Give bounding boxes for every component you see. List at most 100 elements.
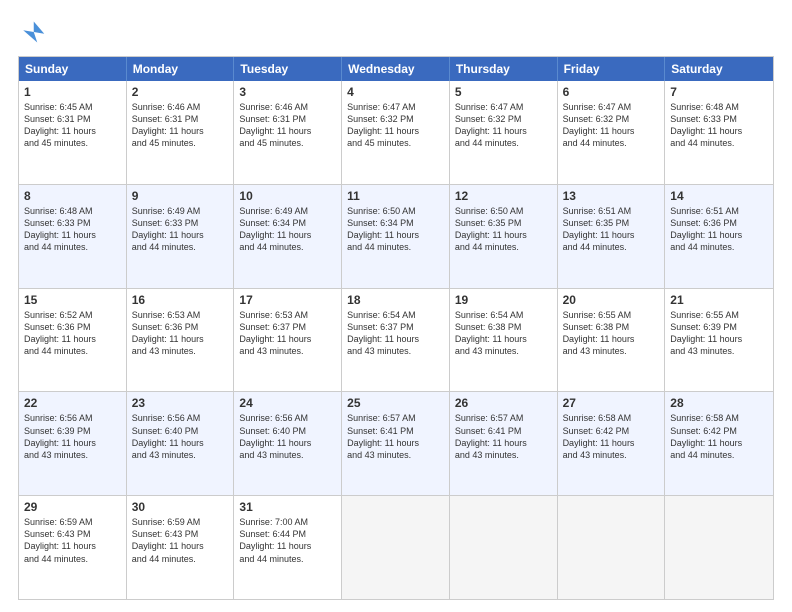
calendar-cell: 15 Sunrise: 6:52 AMSunset: 6:36 PMDayligh… — [19, 289, 127, 392]
logo-icon — [18, 18, 46, 46]
day-number: 28 — [670, 396, 768, 410]
day-number: 27 — [563, 396, 660, 410]
calendar-cell: 31Sunrise: 7:00 AMSunset: 6:44 PMDayligh… — [234, 496, 342, 599]
cell-info: Sunrise: 6:48 AMSunset: 6:33 PMDaylight:… — [24, 205, 121, 254]
cell-info: Sunrise: 6:53 AMSunset: 6:36 PMDaylight:… — [132, 309, 229, 358]
calendar: SundayMondayTuesdayWednesdayThursdayFrid… — [18, 56, 774, 600]
calendar-cell: 1 Sunrise: 6:45 AMSunset: 6:31 PMDaylight… — [19, 81, 127, 184]
calendar-cell: 4 Sunrise: 6:47 AMSunset: 6:32 PMDaylight… — [342, 81, 450, 184]
day-number: 9 — [132, 189, 229, 203]
calendar-cell: 21 Sunrise: 6:55 AMSunset: 6:39 PMDayligh… — [665, 289, 773, 392]
calendar-cell: 7Sunrise: 6:48 AMSunset: 6:33 PMDaylight… — [665, 81, 773, 184]
day-number: 24 — [239, 396, 336, 410]
calendar-cell: 5 Sunrise: 6:47 AMSunset: 6:32 PMDaylight… — [450, 81, 558, 184]
calendar-cell — [665, 496, 773, 599]
weekday-header: Sunday — [19, 57, 127, 81]
cell-info: Sunrise: 6:52 AMSunset: 6:36 PMDaylight:… — [24, 309, 121, 358]
cell-info: Sunrise: 6:55 AMSunset: 6:38 PMDaylight:… — [563, 309, 660, 358]
cell-info: Sunrise: 6:56 AMSunset: 6:40 PMDaylight:… — [132, 412, 229, 461]
calendar-cell: 8 Sunrise: 6:48 AMSunset: 6:33 PMDaylight… — [19, 185, 127, 288]
cell-info: Sunrise: 6:55 AMSunset: 6:39 PMDaylight:… — [670, 309, 768, 358]
weekday-header: Monday — [127, 57, 235, 81]
weekday-header: Tuesday — [234, 57, 342, 81]
day-number: 10 — [239, 189, 336, 203]
weekday-header: Friday — [558, 57, 666, 81]
cell-info: Sunrise: 6:56 AMSunset: 6:40 PMDaylight:… — [239, 412, 336, 461]
cell-info: Sunrise: 6:57 AMSunset: 6:41 PMDaylight:… — [455, 412, 552, 461]
cell-info: Sunrise: 6:49 AMSunset: 6:33 PMDaylight:… — [132, 205, 229, 254]
day-number: 21 — [670, 293, 768, 307]
cell-info: Sunrise: 6:59 AMSunset: 6:43 PMDaylight:… — [24, 516, 121, 565]
day-number: 18 — [347, 293, 444, 307]
calendar-cell: 3Sunrise: 6:46 AMSunset: 6:31 PMDaylight… — [234, 81, 342, 184]
day-number: 2 — [132, 85, 229, 99]
calendar-cell: 11 Sunrise: 6:50 AMSunset: 6:34 PMDayligh… — [342, 185, 450, 288]
cell-info: Sunrise: 6:51 AMSunset: 6:35 PMDaylight:… — [563, 205, 660, 254]
logo — [18, 18, 50, 46]
day-number: 8 — [24, 189, 121, 203]
calendar-cell — [558, 496, 666, 599]
calendar-cell — [450, 496, 558, 599]
day-number: 1 — [24, 85, 121, 99]
calendar-cell: 13 Sunrise: 6:51 AMSunset: 6:35 PMDayligh… — [558, 185, 666, 288]
day-number: 5 — [455, 85, 552, 99]
calendar-body: 1 Sunrise: 6:45 AMSunset: 6:31 PMDaylight… — [19, 81, 773, 599]
calendar-cell: 19Sunrise: 6:54 AMSunset: 6:38 PMDayligh… — [450, 289, 558, 392]
cell-info: Sunrise: 6:57 AMSunset: 6:41 PMDaylight:… — [347, 412, 444, 461]
calendar-cell: 27Sunrise: 6:58 AMSunset: 6:42 PMDayligh… — [558, 392, 666, 495]
cell-info: Sunrise: 6:50 AMSunset: 6:35 PMDaylight:… — [455, 205, 552, 254]
header — [18, 18, 774, 46]
day-number: 26 — [455, 396, 552, 410]
weekday-header: Saturday — [665, 57, 773, 81]
cell-info: Sunrise: 6:58 AMSunset: 6:42 PMDaylight:… — [670, 412, 768, 461]
calendar-cell: 2Sunrise: 6:46 AMSunset: 6:31 PMDaylight… — [127, 81, 235, 184]
calendar-cell: 10 Sunrise: 6:49 AMSunset: 6:34 PMDayligh… — [234, 185, 342, 288]
day-number: 13 — [563, 189, 660, 203]
day-number: 4 — [347, 85, 444, 99]
cell-info: Sunrise: 6:46 AMSunset: 6:31 PMDaylight:… — [239, 101, 336, 150]
page: SundayMondayTuesdayWednesdayThursdayFrid… — [0, 0, 792, 612]
day-number: 17 — [239, 293, 336, 307]
cell-info: Sunrise: 6:49 AMSunset: 6:34 PMDaylight:… — [239, 205, 336, 254]
calendar-cell: 26 Sunrise: 6:57 AMSunset: 6:41 PMDayligh… — [450, 392, 558, 495]
cell-info: Sunrise: 6:47 AMSunset: 6:32 PMDaylight:… — [347, 101, 444, 150]
calendar-row: 22 Sunrise: 6:56 AMSunset: 6:39 PMDayligh… — [19, 391, 773, 495]
calendar-cell: 23 Sunrise: 6:56 AMSunset: 6:40 PMDayligh… — [127, 392, 235, 495]
weekday-header: Wednesday — [342, 57, 450, 81]
calendar-cell: 9 Sunrise: 6:49 AMSunset: 6:33 PMDaylight… — [127, 185, 235, 288]
calendar-row: 8 Sunrise: 6:48 AMSunset: 6:33 PMDaylight… — [19, 184, 773, 288]
calendar-cell: 18Sunrise: 6:54 AMSunset: 6:37 PMDayligh… — [342, 289, 450, 392]
calendar-cell: 25Sunrise: 6:57 AMSunset: 6:41 PMDayligh… — [342, 392, 450, 495]
day-number: 22 — [24, 396, 121, 410]
day-number: 29 — [24, 500, 121, 514]
cell-info: Sunrise: 7:00 AMSunset: 6:44 PMDaylight:… — [239, 516, 336, 565]
calendar-cell: 17Sunrise: 6:53 AMSunset: 6:37 PMDayligh… — [234, 289, 342, 392]
calendar-cell: 28 Sunrise: 6:58 AMSunset: 6:42 PMDayligh… — [665, 392, 773, 495]
calendar-cell — [342, 496, 450, 599]
calendar-row: 15 Sunrise: 6:52 AMSunset: 6:36 PMDayligh… — [19, 288, 773, 392]
day-number: 6 — [563, 85, 660, 99]
calendar-cell: 16 Sunrise: 6:53 AMSunset: 6:36 PMDayligh… — [127, 289, 235, 392]
cell-info: Sunrise: 6:59 AMSunset: 6:43 PMDaylight:… — [132, 516, 229, 565]
day-number: 15 — [24, 293, 121, 307]
calendar-row: 29 Sunrise: 6:59 AMSunset: 6:43 PMDayligh… — [19, 495, 773, 599]
calendar-cell: 30Sunrise: 6:59 AMSunset: 6:43 PMDayligh… — [127, 496, 235, 599]
calendar-row: 1 Sunrise: 6:45 AMSunset: 6:31 PMDaylight… — [19, 81, 773, 184]
calendar-cell: 29 Sunrise: 6:59 AMSunset: 6:43 PMDayligh… — [19, 496, 127, 599]
day-number: 11 — [347, 189, 444, 203]
cell-info: Sunrise: 6:50 AMSunset: 6:34 PMDaylight:… — [347, 205, 444, 254]
day-number: 23 — [132, 396, 229, 410]
calendar-cell: 6Sunrise: 6:47 AMSunset: 6:32 PMDaylight… — [558, 81, 666, 184]
calendar-cell: 20 Sunrise: 6:55 AMSunset: 6:38 PMDayligh… — [558, 289, 666, 392]
cell-info: Sunrise: 6:45 AMSunset: 6:31 PMDaylight:… — [24, 101, 121, 150]
day-number: 19 — [455, 293, 552, 307]
calendar-cell: 22 Sunrise: 6:56 AMSunset: 6:39 PMDayligh… — [19, 392, 127, 495]
cell-info: Sunrise: 6:47 AMSunset: 6:32 PMDaylight:… — [455, 101, 552, 150]
day-number: 7 — [670, 85, 768, 99]
day-number: 20 — [563, 293, 660, 307]
cell-info: Sunrise: 6:51 AMSunset: 6:36 PMDaylight:… — [670, 205, 768, 254]
weekday-header: Thursday — [450, 57, 558, 81]
day-number: 12 — [455, 189, 552, 203]
day-number: 16 — [132, 293, 229, 307]
cell-info: Sunrise: 6:56 AMSunset: 6:39 PMDaylight:… — [24, 412, 121, 461]
